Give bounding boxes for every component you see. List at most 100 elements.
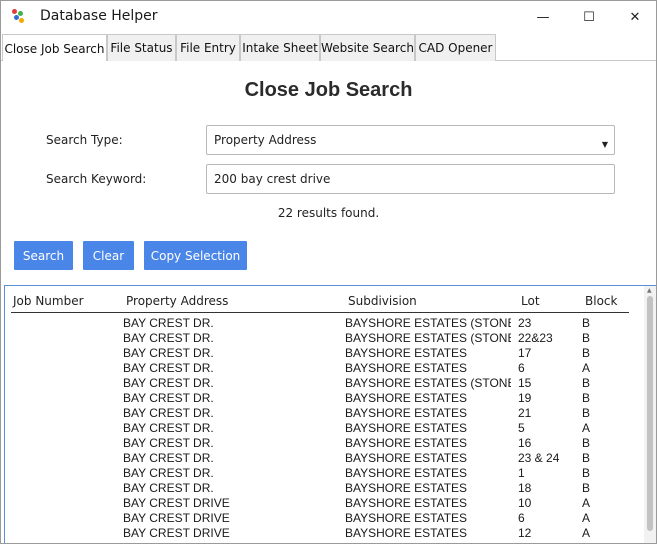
property-address-cell: BAY CREST DR. <box>123 406 214 420</box>
lot-cell: 15 <box>518 376 532 390</box>
subdivision-cell: BAYSHORE ESTATES (STONE GR <box>345 376 511 390</box>
scroll-up-icon[interactable]: ▲ <box>647 287 652 294</box>
lot-cell: 12 <box>518 526 532 540</box>
tab-cad-opener[interactable]: CAD Opener <box>415 34 496 61</box>
property-address-cell: BAY CREST DR. <box>123 346 214 360</box>
close-button[interactable]: ✕ <box>612 1 656 33</box>
lot-cell: 6 <box>518 361 525 375</box>
search-type-value: Property Address <box>214 133 317 147</box>
block-cell: B <box>582 466 591 480</box>
lot-cell: 21 <box>518 406 532 420</box>
search-type-label: Search Type: <box>46 133 123 147</box>
column-header-block[interactable]: Block <box>585 294 617 308</box>
table-row[interactable]: BAY CREST DR. BAYSHORE ESTATES (STONE GR 1… <box>5 376 635 391</box>
subdivision-cell: BAYSHORE ESTATES <box>345 421 468 435</box>
subdivision-cell: BAYSHORE ESTATES (STONE GR <box>345 316 511 330</box>
block-cell: A <box>582 421 591 435</box>
window-title: Database Helper <box>40 8 158 24</box>
block-cell: B <box>582 481 591 495</box>
vertical-scrollbar[interactable]: ▲ <box>644 286 656 543</box>
table-row[interactable]: BAY CREST DR. BAYSHORE ESTATES 21 B <box>5 406 635 421</box>
tab-file-entry[interactable]: File Entry <box>176 34 240 61</box>
results-count: 22 results found. <box>277 206 380 220</box>
clear-button[interactable]: Clear <box>83 241 134 270</box>
property-address-cell: BAY CREST DR. <box>123 451 214 465</box>
lot-cell: 10 <box>518 496 532 510</box>
block-cell: B <box>582 331 591 345</box>
list-header: Job Number Property Address Subdivision … <box>11 286 629 313</box>
subdivision-cell: BAYSHORE ESTATES (STONE GR <box>345 331 511 345</box>
subdivision-cell: BAYSHORE ESTATES <box>345 451 468 465</box>
column-header-subdivision[interactable]: Subdivision <box>348 294 417 308</box>
column-header-lot[interactable]: Lot <box>521 294 540 308</box>
search-button[interactable]: Search <box>14 241 73 270</box>
column-header-job-number[interactable]: Job Number <box>13 294 84 308</box>
tab-website-search[interactable]: Website Search <box>320 34 415 61</box>
results-list[interactable]: Job Number Property Address Subdivision … <box>4 285 656 543</box>
block-cell: A <box>582 361 591 375</box>
subdivision-cell: BAYSHORE ESTATES <box>345 361 468 375</box>
tab-intake-sheet[interactable]: Intake Sheet <box>240 34 320 61</box>
table-row[interactable]: BAY CREST DR. BAYSHORE ESTATES 18 B <box>5 481 635 496</box>
property-address-cell: BAY CREST DRIVE <box>123 526 230 540</box>
tab-close-job-search[interactable]: Close Job Search <box>2 34 107 62</box>
scrollbar-thumb[interactable] <box>647 296 653 531</box>
property-address-cell: BAY CREST DR. <box>123 466 214 480</box>
subdivision-cell: BAYSHORE ESTATES <box>345 346 468 360</box>
table-row[interactable]: BAY CREST DR. BAYSHORE ESTATES 19 B <box>5 391 635 406</box>
lot-cell: 16 <box>518 436 532 450</box>
block-cell: B <box>582 376 591 390</box>
lot-cell: 6 <box>518 511 525 525</box>
subdivision-cell: BAYSHORE ESTATES <box>345 391 468 405</box>
search-keyword-label: Search Keyword: <box>46 172 147 186</box>
block-cell: B <box>582 316 591 330</box>
tab-file-status[interactable]: File Status <box>107 34 176 61</box>
block-cell: B <box>582 451 591 465</box>
property-address-cell: BAY CREST DR. <box>123 481 214 495</box>
tab-bar: Close Job Search File Status File Entry … <box>1 34 656 62</box>
property-address-cell: BAY CREST DR. <box>123 361 214 375</box>
table-row[interactable]: BAY CREST DR. BAYSHORE ESTATES 23 & 24 B <box>5 451 635 466</box>
lot-cell: 17 <box>518 346 532 360</box>
table-row[interactable]: BAY CREST DRIVE BAYSHORE ESTATES 12 A <box>5 526 635 541</box>
table-row[interactable]: BAY CREST DR. BAYSHORE ESTATES 17 B <box>5 346 635 361</box>
subdivision-cell: BAYSHORE ESTATES <box>345 481 468 495</box>
property-address-cell: BAY CREST DR. <box>123 316 214 330</box>
table-row[interactable]: BAY CREST DR. BAYSHORE ESTATES 5 A <box>5 421 635 436</box>
table-row[interactable]: BAY CREST DR. BAYSHORE ESTATES 6 A <box>5 361 635 376</box>
copy-selection-button[interactable]: Copy Selection <box>144 241 247 270</box>
table-row[interactable]: BAY CREST DR. BAYSHORE ESTATES 1 B <box>5 466 635 481</box>
table-row[interactable]: BAY CREST DR. BAYSHORE ESTATES (STONE GR 2… <box>5 316 635 331</box>
lot-cell: 5 <box>518 421 525 435</box>
subdivision-cell: BAYSHORE ESTATES <box>345 496 468 510</box>
property-address-cell: BAY CREST DRIVE <box>123 511 230 525</box>
minimize-button[interactable]: — <box>520 1 566 33</box>
table-row[interactable]: BAY CREST DRIVE BAYSHORE ESTATES 6 A <box>5 511 635 526</box>
property-address-cell: BAY CREST DR. <box>123 436 214 450</box>
property-address-cell: BAY CREST DR. <box>123 421 214 435</box>
block-cell: B <box>582 406 591 420</box>
property-address-cell: BAY CREST DR. <box>123 391 214 405</box>
title-bar[interactable]: Database Helper — ☐ ✕ <box>1 1 656 33</box>
subdivision-cell: BAYSHORE ESTATES <box>345 511 468 525</box>
subdivision-cell: BAYSHORE ESTATES <box>345 406 468 420</box>
maximize-button[interactable]: ☐ <box>566 1 612 33</box>
property-address-cell: BAY CREST DRIVE <box>123 496 230 510</box>
app-window: Database Helper — ☐ ✕ Close Job Search F… <box>0 0 657 544</box>
search-type-select[interactable]: Property Address ▼ <box>206 125 615 155</box>
lot-cell: 23 & 24 <box>518 451 560 465</box>
chevron-down-icon: ▼ <box>601 140 608 149</box>
table-row[interactable]: BAY CREST DR. BAYSHORE ESTATES (STONE GR 2… <box>5 331 635 346</box>
property-address-cell: BAY CREST DR. <box>123 331 214 345</box>
subdivision-cell: BAYSHORE ESTATES <box>345 466 468 480</box>
column-header-property-address[interactable]: Property Address <box>126 294 228 308</box>
subdivision-cell: BAYSHORE ESTATES <box>345 436 468 450</box>
block-cell: A <box>582 511 591 525</box>
lot-cell: 19 <box>518 391 532 405</box>
block-cell: A <box>582 496 591 510</box>
tab-content: Close Job Search Search Type: Property A… <box>1 61 656 543</box>
search-keyword-input[interactable]: 200 bay crest drive <box>206 164 615 194</box>
table-row[interactable]: BAY CREST DRIVE BAYSHORE ESTATES 10 A <box>5 496 635 511</box>
lot-cell: 23 <box>518 316 532 330</box>
table-row[interactable]: BAY CREST DR. BAYSHORE ESTATES 16 B <box>5 436 635 451</box>
